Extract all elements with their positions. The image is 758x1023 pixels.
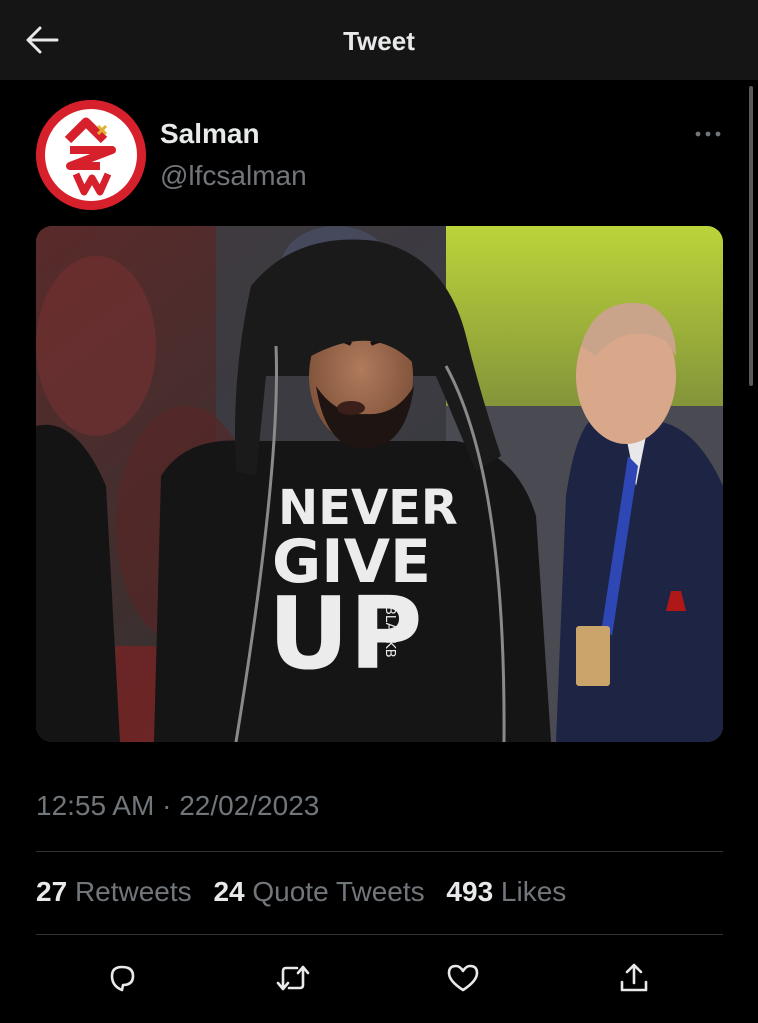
- tweet-time: 12:55 AM: [36, 790, 155, 821]
- likes-count: 493: [446, 876, 494, 907]
- like-button[interactable]: [443, 958, 483, 998]
- reply-icon: [110, 965, 135, 992]
- tweet-timestamp[interactable]: 12:55 AM · 22/02/2023: [36, 790, 319, 822]
- more-button[interactable]: [688, 122, 728, 146]
- user-handle[interactable]: @lfcsalman: [160, 160, 307, 192]
- quote-tweets-label: Quote Tweets: [252, 876, 425, 907]
- share-icon: [620, 963, 648, 992]
- retweet-button[interactable]: [273, 958, 313, 998]
- likes-stat[interactable]: 493 Likes: [446, 876, 566, 907]
- more-horizontal-icon: [695, 131, 721, 137]
- heart-icon: [447, 964, 479, 992]
- reply-button[interactable]: [102, 958, 142, 998]
- quote-tweets-count: 24: [213, 876, 245, 907]
- page-title: Tweet: [343, 26, 415, 56]
- retweets-label: Retweets: [74, 876, 192, 907]
- engagement-stats: 27 Retweets 24 Quote Tweets 493 Likes: [36, 876, 580, 908]
- top-bar: Tweet: [0, 0, 758, 80]
- scrollbar[interactable]: [749, 86, 753, 386]
- avatar[interactable]: [36, 100, 146, 210]
- shirt-line-3: UP: [268, 575, 423, 692]
- shirt-brand-text: BLACKB: [382, 606, 397, 658]
- display-name[interactable]: Salman: [160, 118, 260, 150]
- photo-image: NEVER GIVE UP BLACKB: [36, 226, 723, 742]
- share-button[interactable]: [614, 958, 654, 998]
- tweet-date: 22/02/2023: [179, 790, 320, 821]
- avatar-logo-icon: [36, 100, 146, 210]
- timestamp-separator: ·: [162, 790, 172, 821]
- retweets-stat[interactable]: 27 Retweets: [36, 876, 199, 907]
- tweet-photo[interactable]: NEVER GIVE UP BLACKB: [36, 226, 723, 742]
- quote-tweets-stat[interactable]: 24 Quote Tweets: [213, 876, 432, 907]
- action-bar: [0, 950, 758, 1000]
- likes-label: Likes: [500, 876, 567, 907]
- divider: [36, 851, 723, 852]
- retweets-count: 27: [36, 876, 68, 907]
- retweet-icon: [276, 965, 310, 991]
- divider: [36, 934, 723, 935]
